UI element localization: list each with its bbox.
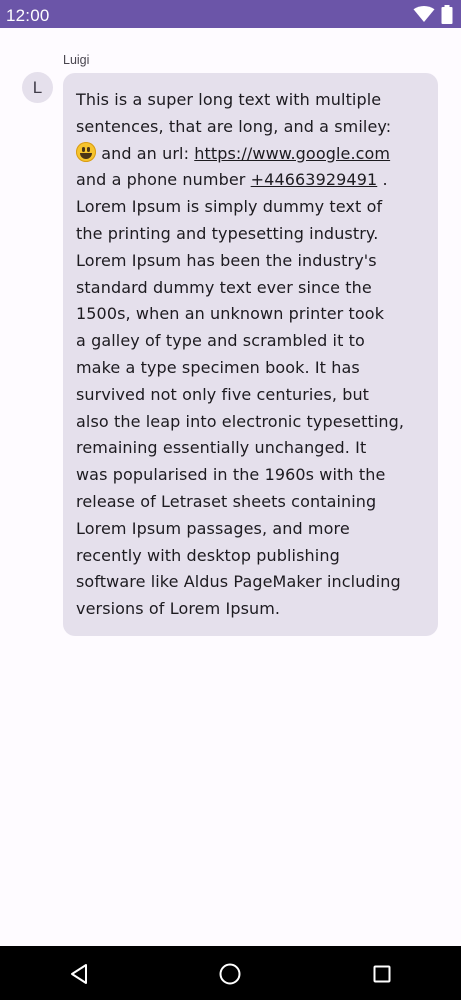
message-line: remaining essentially unchanged. It (76, 438, 367, 458)
message-line: recently with desktop publishing (76, 545, 340, 565)
message-line: and a phone number +44663929491 . (76, 167, 428, 194)
message-line-text: . (382, 170, 388, 190)
message-line: software like Aldus PageMaker including (76, 572, 401, 592)
message-line: This is a super long text with multiple (76, 90, 382, 109)
message-line: Lorem Ipsum passages, and more (76, 518, 350, 538)
status-icons (413, 4, 453, 24)
message-line: was popularised in the 1960s with the (76, 465, 386, 485)
back-icon (71, 964, 87, 984)
message-line: make a type specimen book. It has (76, 357, 360, 377)
recents-button[interactable] (368, 960, 396, 988)
message-line: Lorem Ipsum is simply dummy text of (76, 197, 383, 217)
sender-name: Luigi (63, 53, 90, 67)
avatar[interactable]: L (22, 72, 53, 103)
message-text: This is a super long text with multiple … (76, 87, 428, 623)
message-line: survived not only five centuries, but (76, 384, 370, 404)
message-line: standard dummy text ever since the (76, 277, 372, 297)
navigation-bar (0, 946, 461, 1000)
battery-icon (441, 4, 453, 24)
message-line: sentences, that are long, and a smiley: (76, 116, 392, 136)
recents-icon (373, 965, 391, 983)
back-button[interactable] (65, 960, 93, 988)
home-icon (219, 963, 241, 985)
message-line: 1500s, when an unknown printer took (76, 304, 385, 324)
message-bubble[interactable]: This is a super long text with multiple … (63, 73, 438, 636)
wifi-icon (413, 5, 435, 22)
grinning-face-emoji-icon (76, 141, 96, 162)
message-line: also the leap into electronic typesettin… (76, 411, 405, 431)
phone-number-link[interactable]: +44663929491 (251, 170, 378, 189)
message-line-text: and an url: (101, 143, 190, 163)
avatar-initial: L (32, 77, 43, 97)
status-time: 12:00 (6, 6, 50, 25)
status-bar: 12:00 (0, 0, 461, 28)
message-line-text: and a phone number (76, 170, 246, 190)
home-button[interactable] (216, 960, 244, 988)
chat-view[interactable]: Luigi L This is a super long text with m… (0, 28, 461, 946)
message-line: versions of Lorem Ipsum. (76, 599, 281, 619)
message-line: the printing and typesetting industry. (76, 223, 379, 243)
message-line: and an url: https://www.google.com (76, 141, 428, 168)
message-line: a galley of type and scrambled it to (76, 331, 365, 351)
url-link[interactable]: https://www.google.com (194, 144, 390, 163)
message-line: Lorem Ipsum has been the industry's (76, 250, 377, 270)
message-line: release of Letraset sheets containing (76, 491, 377, 511)
